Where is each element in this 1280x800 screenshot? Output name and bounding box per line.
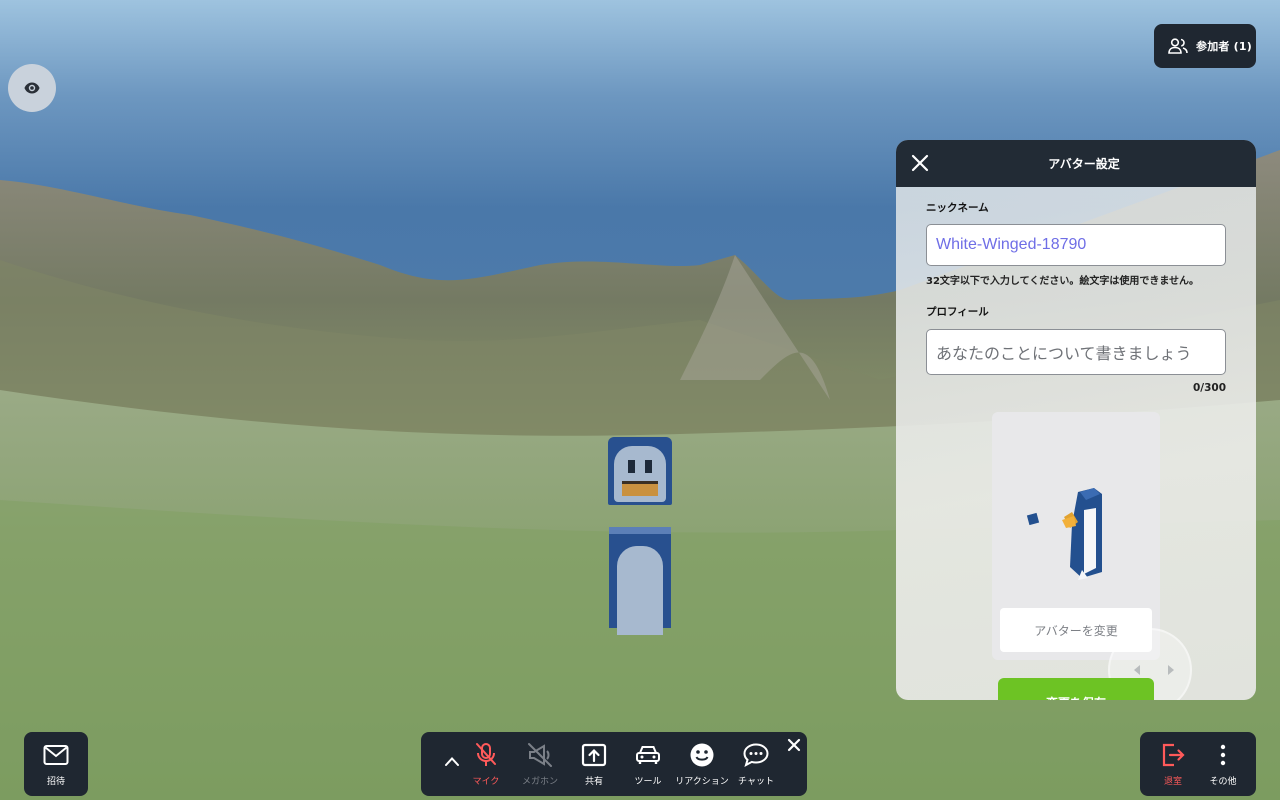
panel-title: アバター設定	[1048, 157, 1120, 171]
penguin-beak	[622, 481, 658, 496]
toolbar-tools-button[interactable]: ツール	[621, 742, 675, 787]
eye-icon	[24, 82, 40, 94]
view-toggle-button[interactable]	[8, 64, 56, 112]
profile-char-counter: 0/300	[1192, 382, 1226, 394]
penguin-belly	[617, 546, 663, 635]
car-icon	[636, 746, 660, 764]
bottom-toolbar: マイク メガホン 共有 ツール リアクション チャット	[421, 732, 807, 796]
leave-more-group: 退室 その他	[1140, 732, 1256, 796]
users-icon	[1168, 38, 1188, 54]
penguin-avatar-body[interactable]	[609, 527, 671, 635]
toolbar-reaction-label: リアクション	[675, 777, 729, 787]
invite-label: 招待	[46, 777, 65, 787]
toolbar-reaction-button[interactable]: リアクション	[675, 742, 729, 787]
toolbar-share-button[interactable]: 共有	[567, 742, 621, 787]
toolbar-tools-label: ツール	[634, 777, 662, 787]
penguin-eye	[628, 460, 635, 473]
toolbar-megaphone-button[interactable]: メガホン	[513, 742, 567, 787]
nickname-label: ニックネーム	[926, 202, 989, 214]
mic-off-icon	[476, 743, 496, 766]
toolbar-chat-button[interactable]: チャット	[729, 742, 783, 787]
megaphone-off-icon	[528, 743, 552, 767]
nickname-value: White-Winged-18790	[936, 236, 1087, 253]
profile-placeholder: あなたのことについて書きましょう	[936, 344, 1192, 363]
share-screen-icon	[581, 743, 607, 767]
penguin-eye	[645, 460, 652, 473]
close-icon[interactable]	[787, 738, 801, 752]
more-vertical-icon	[1220, 744, 1226, 766]
participants-button[interactable]: 参加者 (1)	[1154, 24, 1256, 68]
avatar-preview: アバターを変更	[992, 412, 1160, 660]
nickname-hint: 32文字以下で入力してください。絵文字は使用できません。	[926, 276, 1200, 287]
toolbar-megaphone-label: メガホン	[521, 777, 558, 787]
profile-label: プロフィール	[926, 306, 989, 318]
save-changes-button[interactable]: 変更を保存	[998, 678, 1154, 700]
chat-icon	[743, 743, 769, 767]
panel-header: アバター設定	[896, 140, 1256, 187]
leave-label: 退室	[1163, 777, 1182, 787]
toolbar-mic-label: マイク	[472, 777, 500, 787]
participants-label: 参加者 (1)	[1196, 40, 1252, 53]
leave-button[interactable]: 退室	[1146, 742, 1200, 787]
penguin-preview-icon	[1026, 488, 1102, 580]
profile-input[interactable]: あなたのことについて書きましょう	[926, 329, 1226, 375]
mail-icon	[43, 745, 69, 765]
penguin-avatar-head[interactable]	[608, 437, 672, 505]
toolbar-share-label: 共有	[584, 777, 603, 787]
invite-button[interactable]: 招待	[24, 732, 88, 796]
chevron-up-icon[interactable]	[444, 756, 460, 766]
more-label: その他	[1209, 777, 1237, 787]
more-button[interactable]: その他	[1196, 742, 1250, 787]
toolbar-chat-label: チャット	[738, 777, 774, 787]
avatar-settings-panel: アバター設定 ニックネーム White-Winged-18790 32文字以下で…	[896, 140, 1256, 700]
penguin-face	[614, 446, 666, 502]
toolbar-mic-button[interactable]: マイク	[459, 742, 513, 787]
logout-icon	[1162, 743, 1185, 767]
nickname-input[interactable]: White-Winged-18790	[926, 224, 1226, 266]
smile-icon	[690, 743, 714, 767]
